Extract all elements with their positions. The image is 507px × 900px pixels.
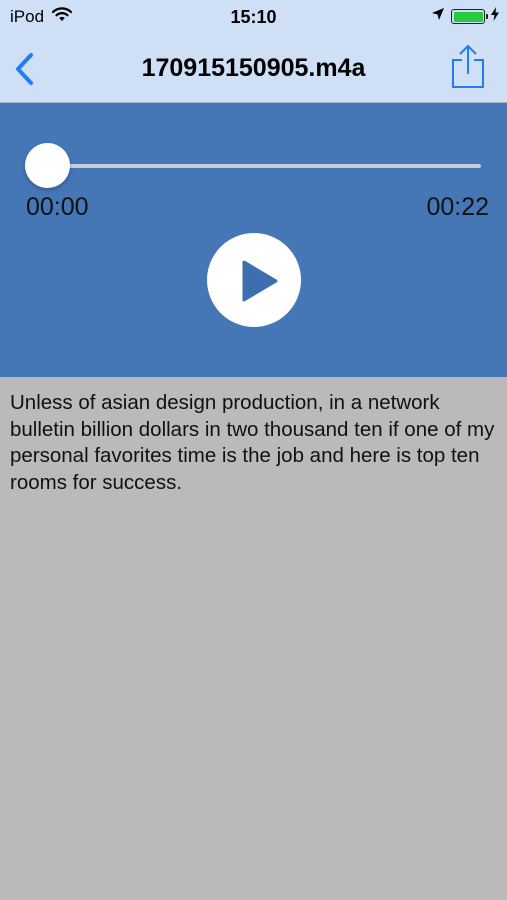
battery-level (453, 11, 483, 22)
page-title: 170915150905.m4a (141, 54, 366, 82)
status-right (431, 7, 499, 26)
seek-bar[interactable] (48, 164, 481, 168)
seek-thumb[interactable] (25, 143, 70, 188)
battery-icon (451, 9, 488, 24)
charging-bolt-icon (491, 7, 499, 26)
play-button[interactable] (207, 233, 301, 327)
share-icon (451, 44, 485, 92)
location-arrow-icon (431, 7, 445, 26)
audio-player: 00:00 00:22 (0, 103, 507, 377)
total-time: 00:22 (426, 193, 489, 221)
current-time: 00:00 (26, 193, 89, 221)
share-button[interactable] (451, 44, 485, 88)
transcript-text: Unless of asian design production, in a … (10, 391, 495, 494)
status-bar: iPod 15:10 (0, 0, 507, 34)
navigation-bar: 170915150905.m4a (0, 34, 507, 103)
